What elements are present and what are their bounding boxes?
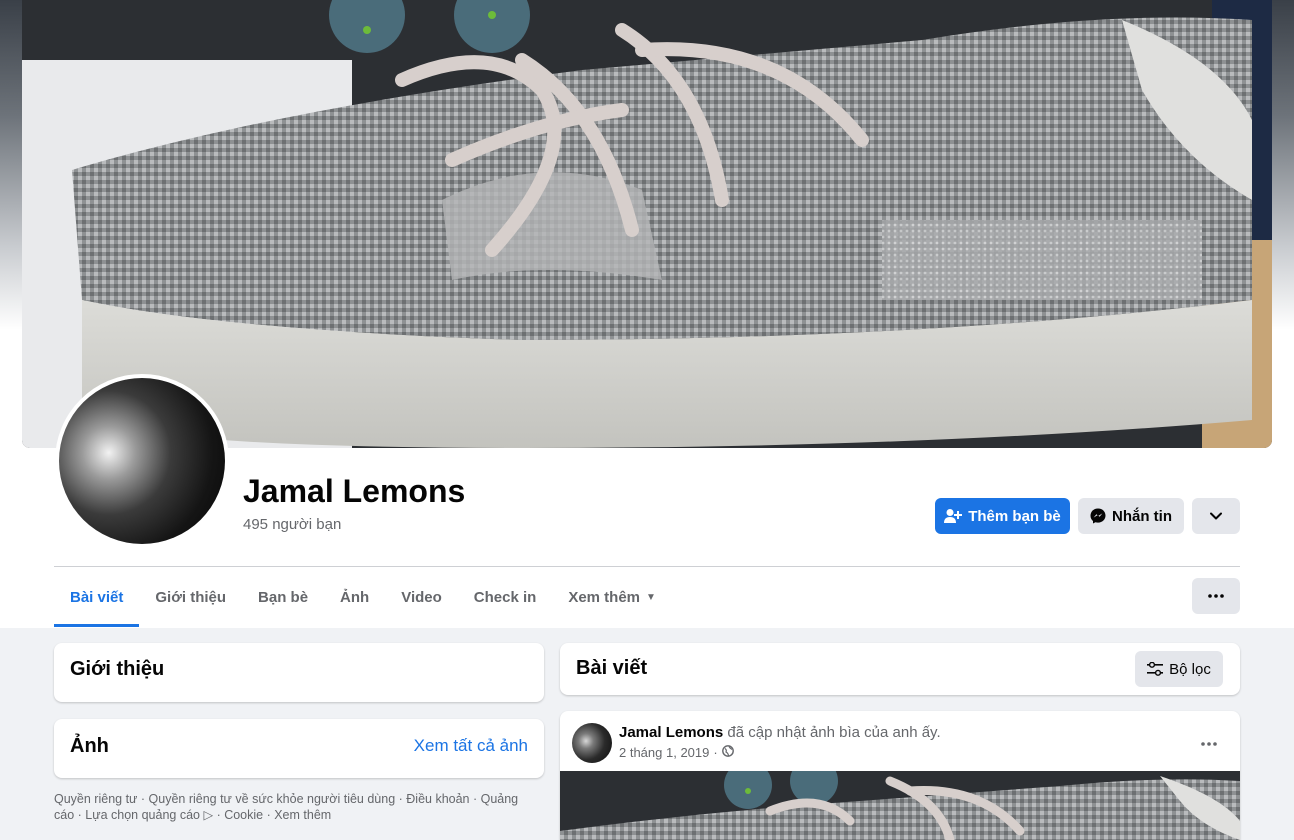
post-author-name[interactable]: Jamal Lemons (619, 724, 723, 741)
adchoices-icon: ▷ (203, 808, 214, 822)
profile-name: Jamal Lemons (243, 473, 466, 509)
footer-links: Quyền riêng tư · Quyền riêng tư về sức k… (54, 791, 549, 823)
intro-title: Giới thiệu (70, 658, 165, 680)
intro-card: Giới thiệu (54, 643, 544, 702)
profile-tabs: Bài viết Giới thiệu Bạn bè Ảnh Video Che… (54, 567, 672, 627)
message-button[interactable]: Nhắn tin (1078, 498, 1184, 534)
meta-separator: · (713, 745, 718, 760)
message-label: Nhắn tin (1112, 507, 1172, 525)
globe-icon (721, 745, 734, 760)
footer-line-2a[interactable]: cáo · Lựa chọn quảng cáo (54, 808, 200, 822)
post-photo[interactable] (560, 771, 1240, 840)
tab-about-label: Giới thiệu (155, 588, 227, 606)
tab-photos-label: Ảnh (340, 588, 370, 606)
more-options-button[interactable] (1192, 498, 1240, 534)
chevron-down-icon (1210, 512, 1222, 520)
footer-line-2b[interactable]: · Cookie · Xem thêm (213, 808, 332, 822)
tab-checkins[interactable]: Check in (458, 567, 553, 627)
footer-line-2: cáo · Lựa chọn quảng cáo ▷ · Cookie · Xe… (54, 807, 549, 823)
filter-button[interactable]: Bộ lọc (1135, 651, 1223, 687)
tab-more-label: Xem thêm (568, 588, 641, 606)
photos-title: Ảnh (70, 735, 109, 757)
tab-more[interactable]: Xem thêm ▼ (552, 567, 672, 627)
tab-posts[interactable]: Bài viết (54, 567, 140, 627)
tab-checkins-label: Check in (473, 588, 537, 606)
profile-avatar-photo (59, 378, 225, 544)
post-author-avatar[interactable] (572, 723, 612, 763)
profile-menu-button[interactable] (1192, 578, 1240, 614)
tab-friends-label: Bạn bè (258, 588, 309, 606)
tab-posts-label: Bài viết (70, 588, 124, 606)
messenger-icon (1090, 508, 1106, 524)
filter-label: Bộ lọc (1169, 660, 1211, 678)
add-friend-label: Thêm bạn bè (968, 507, 1061, 525)
friends-count[interactable]: 495 người bạn (243, 516, 341, 533)
filter-icon (1147, 662, 1164, 676)
more-dots-icon (1208, 594, 1224, 598)
profile-avatar[interactable] (55, 374, 229, 548)
posts-header-card: Bài viết Bộ lọc (560, 643, 1240, 695)
post-header: Jamal Lemons đã cập nhật ảnh bìa của anh… (619, 724, 941, 741)
add-friend-icon (944, 508, 963, 524)
tab-videos-label: Video (401, 588, 442, 606)
tab-videos[interactable]: Video (385, 567, 458, 627)
footer-line-1[interactable]: Quyền riêng tư · Quyền riêng tư về sức k… (54, 791, 549, 807)
post-action-text: đã cập nhật ảnh bìa của anh ấy. (727, 724, 941, 741)
more-dots-icon (1201, 730, 1217, 750)
tab-friends[interactable]: Bạn bè (242, 567, 324, 627)
tab-about[interactable]: Giới thiệu (139, 567, 242, 627)
post-options-button[interactable] (1201, 730, 1217, 751)
tab-photos[interactable]: Ảnh (324, 567, 385, 627)
cover-photo-image (22, 0, 1272, 448)
post-photo-image (560, 771, 1240, 840)
posts-title: Bài viết (576, 657, 648, 679)
post-date[interactable]: 2 tháng 1, 2019 (619, 745, 709, 760)
cover-photo[interactable] (22, 0, 1272, 448)
post-meta: 2 tháng 1, 2019 · (619, 745, 734, 760)
see-all-photos-link[interactable]: Xem tất cả ảnh (414, 736, 528, 756)
caret-down-icon: ▼ (646, 591, 656, 603)
photos-card: Ảnh Xem tất cả ảnh (54, 719, 544, 778)
add-friend-button[interactable]: Thêm bạn bè (935, 498, 1070, 534)
